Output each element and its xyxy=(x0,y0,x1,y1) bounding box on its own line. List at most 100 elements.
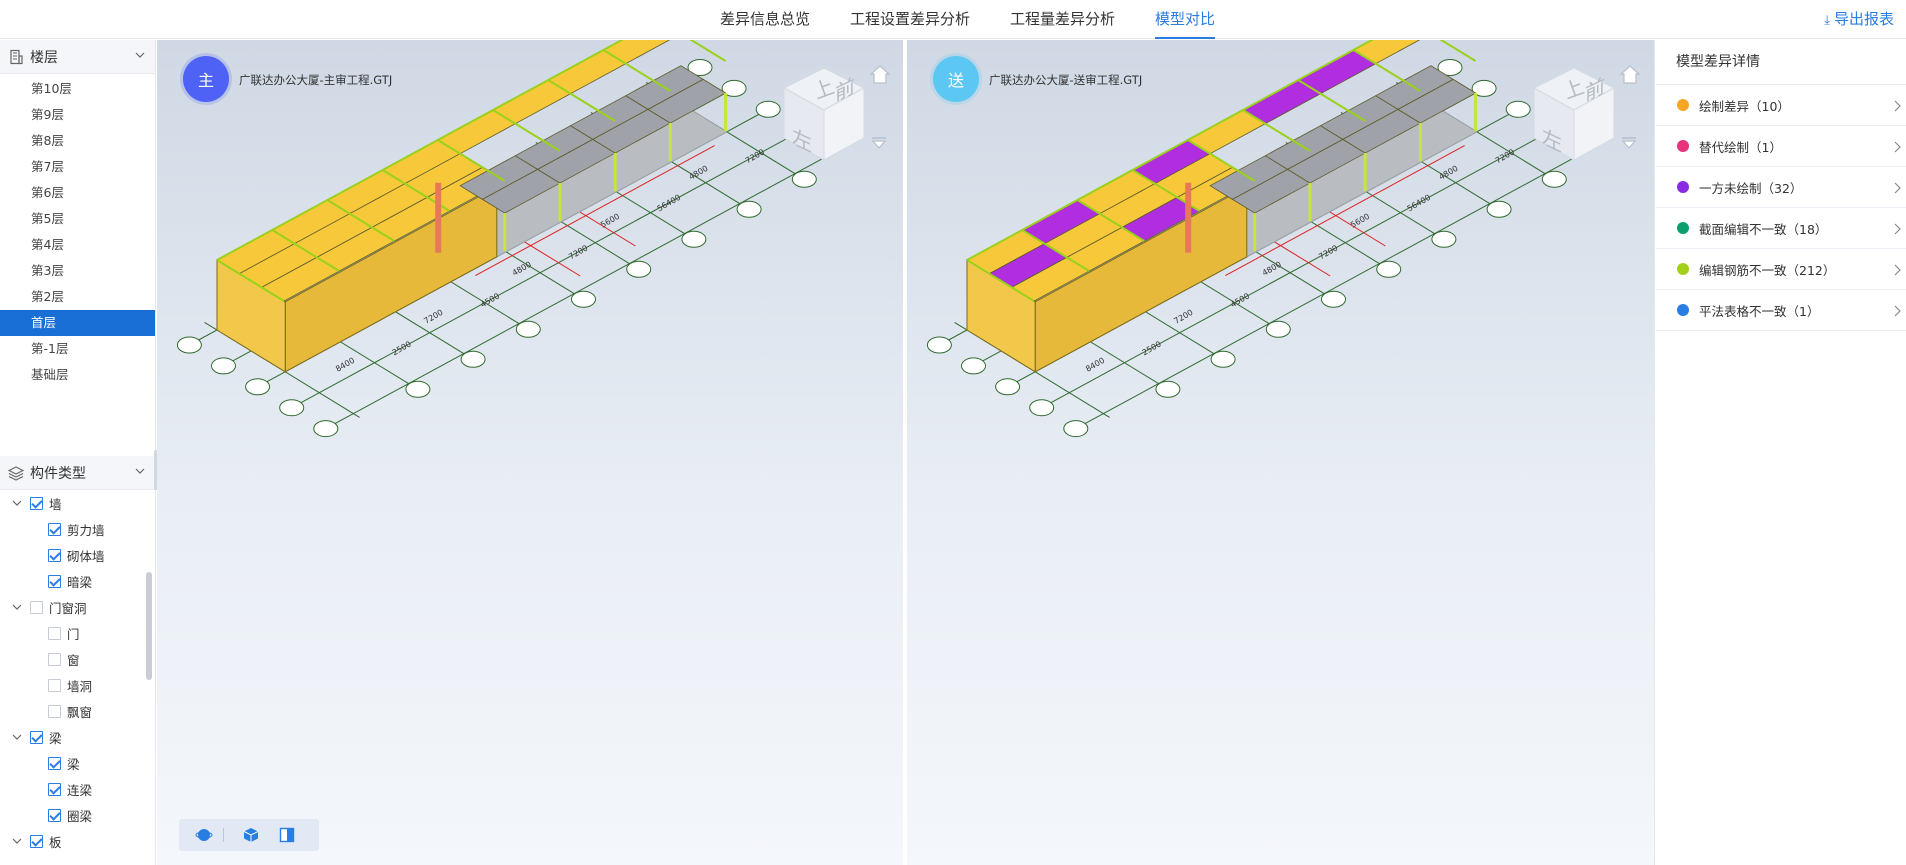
chevron-right-icon xyxy=(1894,223,1901,235)
checkbox[interactable] xyxy=(48,652,61,666)
home-icon[interactable] xyxy=(869,64,891,86)
floor-item[interactable]: 第5层 xyxy=(0,206,155,232)
axis-bubble xyxy=(1063,420,1089,438)
floor-item[interactable]: 第6层 xyxy=(0,180,155,206)
floor-item[interactable]: 第9层 xyxy=(0,102,155,128)
chevron-down-icon[interactable] xyxy=(12,732,22,742)
dimension-label: 2500 xyxy=(1141,339,1163,357)
diff-item[interactable]: 编辑钢筋不一致（212） xyxy=(1656,249,1906,290)
diff-item[interactable]: 一方未绘制（32） xyxy=(1656,167,1906,208)
floor-item[interactable]: 第8层 xyxy=(0,128,155,154)
chevron-down-icon[interactable] xyxy=(12,602,22,612)
diff-item-label: 一方未绘制（32） xyxy=(1699,180,1803,196)
floor-item[interactable]: 第2层 xyxy=(0,284,155,310)
view-menu-icon[interactable] xyxy=(870,136,888,150)
tree-group-item[interactable]: 墙 xyxy=(0,490,148,516)
axis-bubble xyxy=(961,357,986,375)
axis-bubble xyxy=(1431,230,1457,248)
diff-item[interactable]: 平法表格不一致（1） xyxy=(1656,290,1906,331)
tree-child-item[interactable]: 梁 xyxy=(0,750,148,776)
axis-bubble xyxy=(515,320,541,338)
axis-bubble xyxy=(926,336,952,354)
checkbox[interactable] xyxy=(48,704,61,718)
tree-child-item[interactable]: 窗 xyxy=(0,646,148,672)
tree-child-item[interactable]: 飘窗 xyxy=(0,698,148,724)
floor-item[interactable]: 第3层 xyxy=(0,258,155,284)
dimension-label: 4800 xyxy=(511,260,533,278)
floor-item[interactable]: 第10层 xyxy=(0,76,155,102)
checkbox[interactable] xyxy=(48,808,61,822)
orbit-icon[interactable] xyxy=(195,826,213,844)
tree-group-item[interactable]: 板 xyxy=(0,828,148,854)
diff-item[interactable]: 绘制差异（10） xyxy=(1656,85,1906,126)
tree-child-item[interactable]: 墙洞 xyxy=(0,672,148,698)
axis-bubble xyxy=(211,357,236,375)
tab-overview[interactable]: 差异信息总览 xyxy=(720,0,810,39)
tree-item-label: 墙 xyxy=(49,496,62,512)
diff-item[interactable]: 截面编辑不一致（18） xyxy=(1656,208,1906,249)
view-menu-icon[interactable] xyxy=(1620,136,1638,150)
dimension-label: 7200 xyxy=(1317,243,1339,261)
3d-box-icon[interactable] xyxy=(242,826,260,844)
component-panel-header[interactable]: 构件类型 xyxy=(0,456,155,490)
tab-bar: 差异信息总览 工程设置差异分析 工程量差异分析 模型对比 xyxy=(720,0,1255,39)
checkbox[interactable] xyxy=(48,678,61,692)
tree-child-item[interactable]: 砌体墙 xyxy=(0,542,148,568)
floor-item[interactable]: 基础层 xyxy=(0,362,155,388)
tree-child-item[interactable]: 连梁 xyxy=(0,776,148,802)
chevron-down-icon[interactable] xyxy=(135,50,145,60)
dimension-label: 56400 xyxy=(656,193,683,214)
export-label: 导出报表 xyxy=(1833,10,1894,28)
tab-model-compare[interactable]: 模型对比 xyxy=(1155,0,1216,39)
dimension-label: 8400 xyxy=(334,356,356,374)
tree-group-item[interactable]: 门窗洞 xyxy=(0,594,148,620)
floor-panel-header[interactable]: 楼层 xyxy=(0,40,155,74)
floor-item[interactable]: 第4层 xyxy=(0,232,155,258)
axis-bubble xyxy=(1210,350,1236,368)
checkbox[interactable] xyxy=(48,756,61,770)
tree-child-item[interactable]: 圈梁 xyxy=(0,802,148,828)
tab-settings-diff[interactable]: 工程设置差异分析 xyxy=(850,0,970,39)
checkbox[interactable] xyxy=(48,548,61,562)
checkbox[interactable] xyxy=(30,730,43,744)
tree-child-item[interactable]: 门 xyxy=(0,620,148,646)
tree-item-label: 圈梁 xyxy=(67,808,93,824)
split-view-icon[interactable] xyxy=(278,826,296,844)
viewcube-icon[interactable]: 上左前 xyxy=(769,60,879,170)
dimension-label: 7200 xyxy=(744,147,766,165)
axis-bubble xyxy=(995,378,1021,396)
viewport-send[interactable]: 8400 2500 7200 4500 4800 7200 5600 56400 4800 720… xyxy=(907,40,1655,865)
floor-item[interactable]: 第7层 xyxy=(0,154,155,180)
tree-child-item[interactable]: 暗梁 xyxy=(0,568,148,594)
diff-item-label: 截面编辑不一致（18） xyxy=(1699,221,1828,237)
checkbox[interactable] xyxy=(30,600,43,614)
axis-bubble xyxy=(626,260,652,278)
chevron-down-icon[interactable] xyxy=(135,466,145,476)
tree-item-label: 窗 xyxy=(67,652,80,668)
checkbox[interactable] xyxy=(30,496,43,510)
send-badge: 送 xyxy=(933,56,979,102)
chevron-down-icon[interactable] xyxy=(12,836,22,846)
checkbox[interactable] xyxy=(30,834,43,848)
floor-item-selected[interactable]: 首层 xyxy=(0,310,155,336)
checkbox[interactable] xyxy=(48,626,61,640)
tab-quantity-diff[interactable]: 工程量差异分析 xyxy=(1010,0,1115,39)
dimension-label: 7200 xyxy=(422,308,444,326)
axis-bubble xyxy=(1155,380,1181,398)
floor-item[interactable]: 第-1层 xyxy=(0,336,155,362)
diff-item[interactable]: 替代绘制（1） xyxy=(1656,126,1906,167)
checkbox[interactable] xyxy=(48,522,61,536)
tree-child-item[interactable]: 剪力墙 xyxy=(0,516,148,542)
viewcube-icon[interactable]: 上左前 xyxy=(1519,60,1629,170)
chevron-down-icon[interactable] xyxy=(12,498,22,508)
home-icon[interactable] xyxy=(1619,64,1641,86)
dimension-label: 5600 xyxy=(599,212,621,230)
checkbox[interactable] xyxy=(48,574,61,588)
tree-scrollbar[interactable] xyxy=(146,572,152,680)
tree-group-item[interactable]: 梁 xyxy=(0,724,148,750)
export-report-button[interactable]: ⤓ 导出报表 xyxy=(1824,0,1894,40)
viewport-main[interactable]: 8400 2500 7200 4500 4800 7200 5600 56400 4800 720… xyxy=(157,40,905,865)
tree-item-label: 剪力墙 xyxy=(67,522,105,538)
checkbox[interactable] xyxy=(48,782,61,796)
dimension-label: 56400 xyxy=(1406,193,1433,214)
